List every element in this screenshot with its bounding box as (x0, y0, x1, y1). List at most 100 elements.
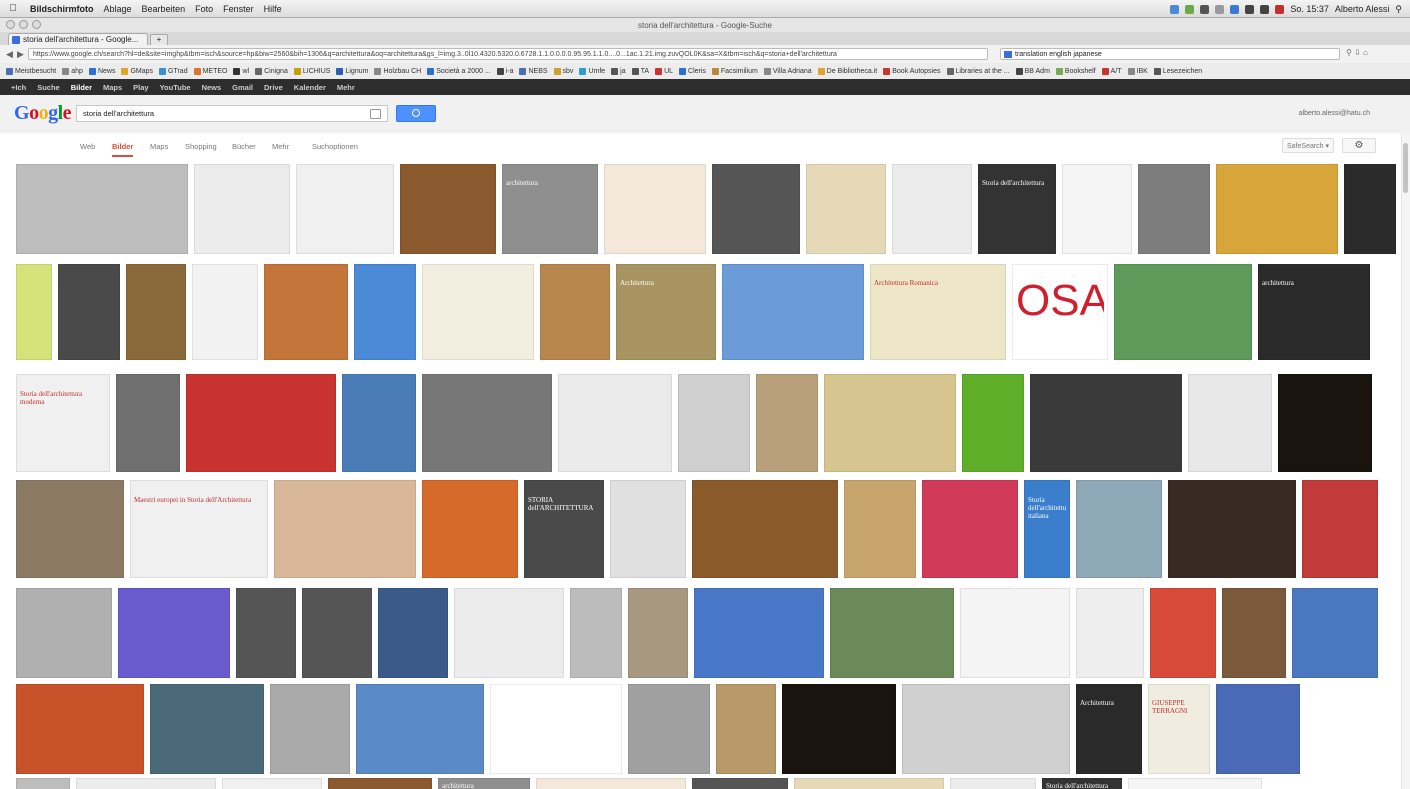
menu-ablage[interactable]: Ablage (104, 4, 132, 14)
image-result[interactable] (782, 684, 896, 774)
image-result[interactable]: Storia dell'architettura italiana (1024, 480, 1070, 578)
flag-icon[interactable] (1275, 4, 1285, 14)
gbar-item[interactable]: YouTube (160, 83, 191, 92)
image-result[interactable] (604, 164, 706, 254)
menu-fenster[interactable]: Fenster (223, 4, 254, 14)
image-result[interactable] (830, 588, 954, 678)
bookmark-item[interactable]: Villa Adriana (763, 67, 812, 75)
image-result[interactable] (192, 264, 258, 360)
search-button[interactable] (396, 105, 436, 122)
image-result[interactable] (422, 264, 534, 360)
image-result[interactable] (1150, 588, 1216, 678)
image-result[interactable] (270, 684, 350, 774)
image-result[interactable] (378, 588, 448, 678)
volume-icon[interactable] (1260, 4, 1270, 14)
tab-mehr[interactable]: Mehr (272, 142, 289, 151)
bookmark-item[interactable]: Lesezeichen (1153, 67, 1202, 75)
bookmark-item[interactable]: News (88, 67, 115, 75)
image-result[interactable] (692, 480, 838, 578)
image-result[interactable] (16, 164, 188, 254)
image-result[interactable]: Storia dell'architettura (978, 164, 1056, 254)
page-scrollbar[interactable] (1401, 133, 1410, 789)
gear-icon[interactable]: ⚙ (1342, 138, 1376, 153)
image-result[interactable] (628, 588, 688, 678)
image-result[interactable] (962, 374, 1024, 472)
image-result[interactable] (1292, 588, 1378, 678)
bookmark-item[interactable]: Libraries at the ... (946, 67, 1010, 75)
clock[interactable]: So. 15:37 (1290, 4, 1329, 14)
image-result[interactable] (328, 778, 432, 789)
image-result[interactable]: Architettura Romanica (870, 264, 1006, 360)
image-result[interactable]: Storia dell'architettura (1042, 778, 1122, 789)
image-result[interactable] (422, 374, 552, 472)
safesearch-button[interactable]: SafeSearch ▾ (1282, 138, 1334, 153)
image-result[interactable] (222, 778, 322, 789)
image-result[interactable] (1188, 374, 1272, 472)
tab-shopping[interactable]: Shopping (185, 142, 217, 151)
image-result[interactable] (678, 374, 750, 472)
image-result[interactable] (960, 588, 1070, 678)
image-result[interactable] (902, 684, 1070, 774)
image-result[interactable]: GIUSEPPE TERRAGNI (1148, 684, 1210, 774)
bookmark-item[interactable]: Umfe (579, 67, 605, 75)
status-icon-bluetooth[interactable] (1230, 4, 1240, 14)
back-icon[interactable]: ◀ (6, 49, 13, 60)
image-result[interactable] (342, 374, 416, 472)
gbar-item[interactable]: Drive (264, 83, 283, 92)
menu-app-name[interactable]: Bildschirmfoto (30, 4, 94, 14)
status-icon-dropbox[interactable] (1170, 4, 1180, 14)
image-result[interactable] (756, 374, 818, 472)
image-result[interactable]: architettura (502, 164, 598, 254)
bookmark-item[interactable]: Meistbesucht (6, 67, 56, 75)
image-result[interactable] (540, 264, 610, 360)
image-result[interactable] (1138, 164, 1210, 254)
image-result[interactable] (490, 684, 622, 774)
image-result[interactable] (570, 588, 622, 678)
image-result[interactable] (16, 480, 124, 578)
bookmark-item[interactable]: De Bibliotheca.it (817, 67, 877, 75)
image-result[interactable] (794, 778, 944, 789)
bookmark-item[interactable]: LICHIUS (293, 67, 330, 75)
image-result[interactable] (694, 588, 824, 678)
image-result[interactable] (16, 778, 70, 789)
keyboard-icon[interactable] (370, 109, 381, 119)
tab-maps[interactable]: Maps (150, 142, 168, 151)
image-result[interactable] (400, 164, 496, 254)
bookmark-item[interactable]: METEO (193, 67, 227, 75)
image-result[interactable]: OSA (1012, 264, 1108, 360)
image-result[interactable] (1216, 684, 1300, 774)
image-result[interactable] (422, 480, 518, 578)
forward-icon[interactable]: ▶ (17, 49, 24, 60)
google-logo[interactable]: Google (14, 102, 72, 125)
account-name[interactable]: alberto.alessi@hatu.ch (1299, 110, 1370, 117)
bookmark-item[interactable]: Book Autopsies (883, 67, 941, 75)
image-result[interactable] (274, 480, 416, 578)
image-result[interactable] (194, 164, 290, 254)
image-result[interactable] (454, 588, 564, 678)
image-result[interactable]: Storia dell'architettura moderna (16, 374, 110, 472)
image-result[interactable] (354, 264, 416, 360)
image-result[interactable] (58, 264, 120, 360)
image-result[interactable] (118, 588, 230, 678)
image-result[interactable] (1168, 480, 1296, 578)
search-input[interactable]: storia dell'architettura (76, 105, 388, 122)
image-result[interactable] (950, 778, 1036, 789)
image-result[interactable] (716, 684, 776, 774)
image-result[interactable]: architettura (438, 778, 530, 789)
menu-foto[interactable]: Foto (195, 4, 213, 14)
menu-user[interactable]: Alberto Alessi (1335, 4, 1390, 14)
menu-bearbeiten[interactable]: Bearbeiten (142, 4, 186, 14)
image-result[interactable] (610, 480, 686, 578)
bookmark-item[interactable]: GMaps (121, 67, 153, 75)
gbar-item[interactable]: Play (133, 83, 148, 92)
bookmark-item[interactable]: ja (611, 67, 626, 75)
image-result[interactable] (302, 588, 372, 678)
bookmark-item[interactable]: BB Adm (1015, 67, 1050, 75)
bookmark-item[interactable]: Cinigna (255, 67, 288, 75)
image-result[interactable] (1128, 778, 1262, 789)
bookmark-item[interactable]: Bookshelf (1055, 67, 1096, 75)
image-result[interactable] (1278, 374, 1372, 472)
image-result[interactable] (558, 374, 672, 472)
image-result[interactable] (722, 264, 864, 360)
tab-suchoptionen[interactable]: Suchoptionen (312, 142, 358, 151)
